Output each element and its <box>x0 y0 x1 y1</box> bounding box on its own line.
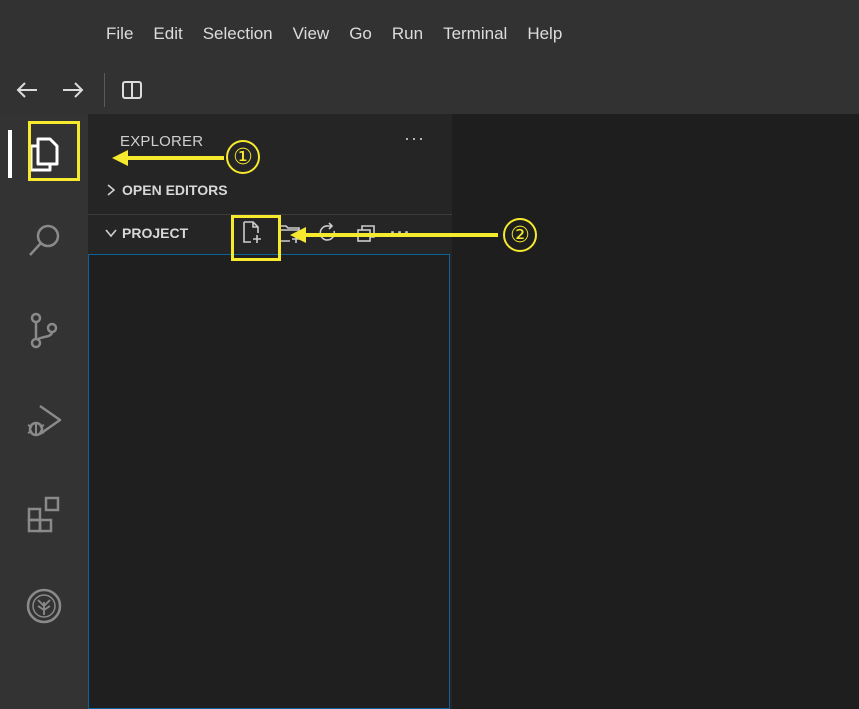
annotation-overlay <box>112 150 498 243</box>
annotation-arrow-1 <box>112 150 224 166</box>
annotation-number-1: ① <box>226 140 260 174</box>
annotation-number-2: ② <box>503 218 537 252</box>
annotation-arrow-2 <box>290 227 498 243</box>
